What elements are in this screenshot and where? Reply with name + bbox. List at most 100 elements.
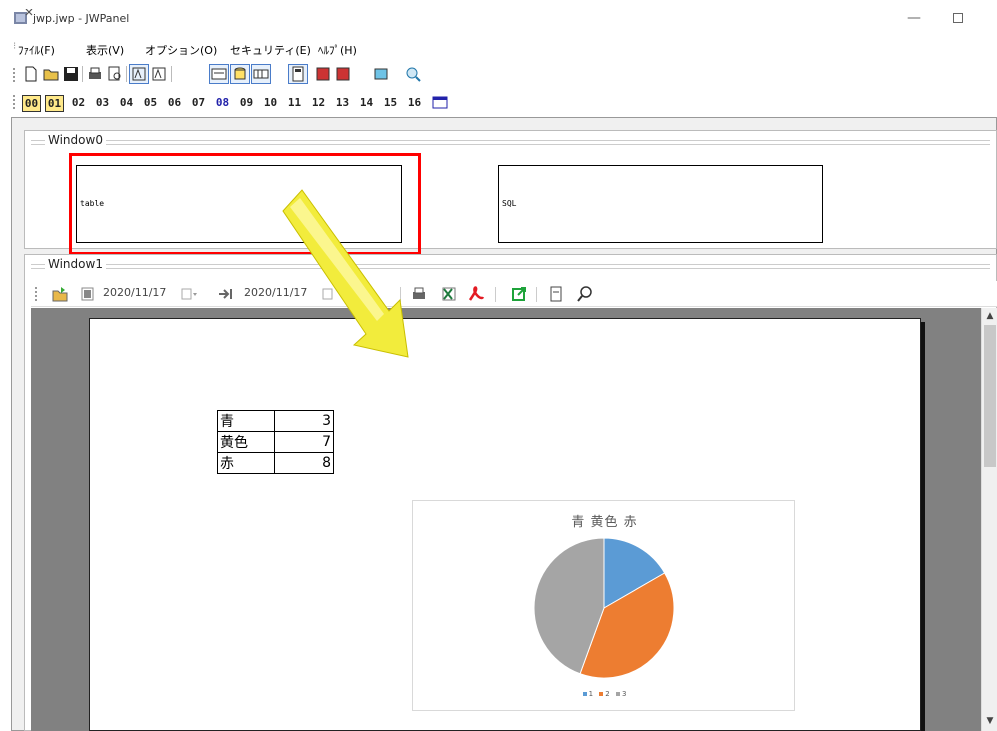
page-toolbar: 00 01 02 03 04 05 06 07 08 09 10 11 12 1…	[0, 90, 997, 114]
minimize-button[interactable]: —	[903, 8, 925, 28]
page-setup-icon[interactable]	[547, 285, 565, 303]
pie-chart-svg	[533, 537, 675, 679]
dropdown-from-icon[interactable]	[180, 285, 198, 303]
database-icon[interactable]	[230, 64, 250, 84]
menu-security[interactable]: セキュリティ(E)	[230, 42, 311, 58]
page-tab-10[interactable]: 10	[261, 95, 280, 112]
window-icon[interactable]	[372, 65, 390, 83]
grid-icon[interactable]	[251, 64, 271, 84]
save-icon[interactable]	[62, 65, 80, 83]
menu-view[interactable]: 表示(V)	[86, 42, 124, 58]
menu-help[interactable]: ﾍﾙﾌﾟ(H)	[318, 42, 357, 58]
scroll-thumb[interactable]	[984, 325, 996, 467]
page-tab-08[interactable]: 08	[213, 95, 232, 112]
excel-icon[interactable]	[440, 285, 458, 303]
app-window: jwp.jwp - JWPanel — ⁝ ﾌｧｲﾙ(F) 表示(V) オプショ…	[0, 0, 997, 731]
pdf-icon[interactable]	[467, 285, 485, 303]
legend-swatch	[582, 692, 587, 696]
legend-swatch	[615, 692, 620, 696]
toolbar-grip	[13, 68, 15, 82]
date-to-field[interactable]: 2020/11/17	[244, 286, 307, 299]
print-preview-icon[interactable]	[106, 65, 124, 83]
page-tab-15[interactable]: 15	[381, 95, 400, 112]
find-icon[interactable]	[576, 285, 594, 303]
menu-options[interactable]: オプション(O)	[145, 42, 217, 58]
page-tab-07[interactable]: 07	[189, 95, 208, 112]
page-tab-03[interactable]: 03	[93, 95, 112, 112]
page-tab-16[interactable]: 16	[405, 95, 424, 112]
data-table: 青 3 黄色 7 赤 8	[217, 410, 334, 474]
window1-title-line	[31, 264, 990, 269]
page-tab-14[interactable]: 14	[357, 95, 376, 112]
window0-title: Window0	[45, 133, 106, 147]
layout-alt-icon[interactable]	[150, 65, 168, 83]
report-icon[interactable]	[314, 65, 332, 83]
vertical-scrollbar[interactable]: ▲ ▼	[981, 308, 997, 731]
report-toolbar-separator	[536, 287, 537, 302]
table-row: 青 3	[217, 410, 334, 432]
window-title: jwp.jwp - JWPanel	[33, 12, 130, 25]
open-folder-icon[interactable]	[42, 65, 60, 83]
table-row: 赤 8	[217, 452, 334, 474]
table-cell-value: 8	[274, 452, 334, 474]
table-cell-key: 青	[217, 410, 275, 432]
printer-icon[interactable]	[410, 285, 428, 303]
window0-title-line	[31, 140, 990, 145]
dropdown-to-icon[interactable]	[321, 285, 339, 303]
page-tab-06[interactable]: 06	[165, 95, 184, 112]
export-icon[interactable]	[510, 285, 528, 303]
legend-item: 1	[582, 690, 594, 698]
page-tab-01[interactable]: 01	[45, 95, 64, 112]
print-icon[interactable]	[86, 65, 104, 83]
legend-label: 1	[588, 690, 594, 698]
toolbar-separator	[171, 66, 172, 82]
page-toolbar-grip	[13, 95, 15, 109]
legend-swatch	[599, 692, 604, 696]
open-report-icon[interactable]	[51, 285, 69, 303]
toolbar-separator	[126, 66, 127, 82]
legend-item: 3	[615, 690, 627, 698]
highlight-frame	[69, 153, 421, 255]
menu-grip: ⁝	[13, 41, 17, 52]
page-shadow	[921, 322, 925, 731]
zoom-icon[interactable]	[404, 65, 422, 83]
toolbar-separator	[82, 66, 83, 82]
calendar-from-icon[interactable]	[79, 285, 97, 303]
sql-box[interactable]: SQL	[498, 165, 823, 243]
page-tab-00[interactable]: 00	[22, 95, 41, 112]
pie-chart: 青 黄色 赤 1 2 3	[412, 500, 795, 711]
maximize-button[interactable]	[948, 8, 970, 28]
report-toolbar-separator	[495, 287, 496, 302]
scroll-down-icon[interactable]: ▼	[982, 713, 997, 729]
menu-file[interactable]: ﾌｧｲﾙ(F)	[18, 42, 55, 58]
page-tab-12[interactable]: 12	[309, 95, 328, 112]
table-cell-value: 7	[274, 431, 334, 453]
title-bar: jwp.jwp - JWPanel —	[0, 0, 997, 36]
form-icon[interactable]	[209, 64, 229, 84]
page-tab-04[interactable]: 04	[117, 95, 136, 112]
window1-title: Window1	[45, 257, 106, 271]
scroll-up-icon[interactable]: ▲	[982, 308, 997, 324]
page-tab-11[interactable]: 11	[285, 95, 304, 112]
window-list-icon[interactable]	[432, 96, 448, 109]
page-tab-13[interactable]: 13	[333, 95, 352, 112]
calculator-icon[interactable]	[288, 64, 308, 84]
arrow-right-icon	[219, 289, 232, 299]
report-toolbar-separator	[400, 287, 401, 302]
legend-label: 3	[621, 690, 627, 698]
new-file-icon[interactable]	[22, 65, 40, 83]
app-icon	[14, 9, 33, 24]
page-tab-09[interactable]: 09	[237, 95, 256, 112]
table-cell-key: 赤	[217, 452, 275, 474]
table-cell-value: 3	[274, 410, 334, 432]
legend-item: 2	[599, 690, 610, 698]
layout-icon[interactable]	[129, 64, 149, 84]
report-alt-icon[interactable]	[334, 65, 352, 83]
page-tab-02[interactable]: 02	[69, 95, 88, 112]
report-toolbar-grip	[35, 287, 37, 301]
page-tab-05[interactable]: 05	[141, 95, 160, 112]
date-from-field[interactable]: 2020/11/17	[103, 286, 166, 299]
table-row: 黄色 7	[217, 431, 334, 453]
menu-bar: ⁝ ﾌｧｲﾙ(F) 表示(V) オプション(O) セキュリティ(E) ﾍﾙﾌﾟ(…	[0, 37, 997, 59]
report-toolbar: 2020/11/17 2020/11/17	[31, 281, 997, 307]
